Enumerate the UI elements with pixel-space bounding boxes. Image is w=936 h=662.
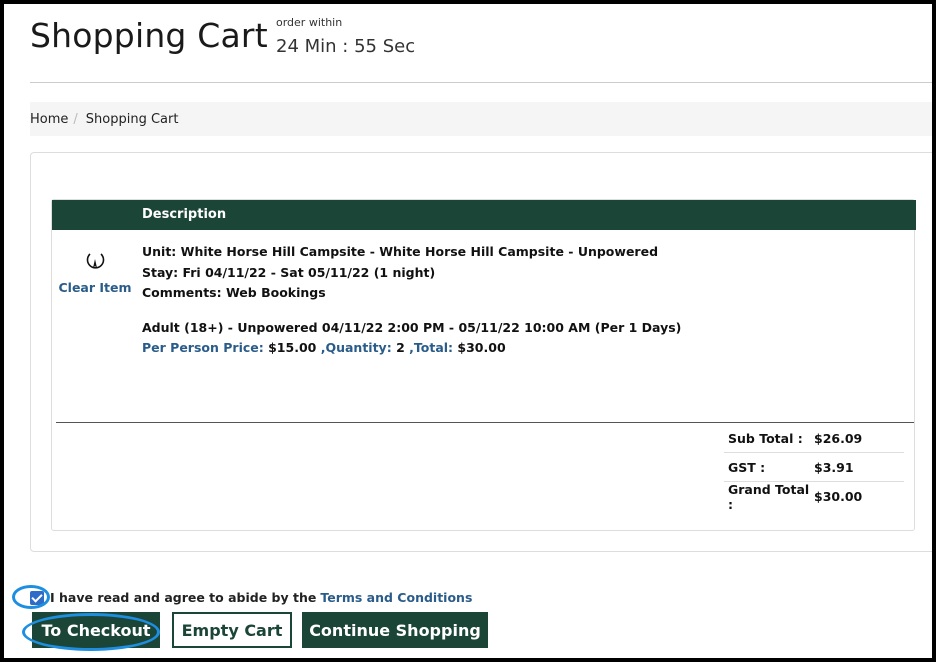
grand-total-label: Grand Total : [728, 481, 810, 512]
empty-cart-button[interactable]: Empty Cart [172, 612, 292, 648]
page-frame: Shopping Cart order within 24 Min : 55 S… [4, 4, 932, 658]
description-column-header: Description [142, 207, 227, 222]
totals-table: Sub Total : $26.09 GST : $3.91 Grand Tot… [724, 424, 904, 512]
gst-label: GST : [728, 459, 766, 475]
item-comments: Comments: Web Bookings [142, 285, 326, 300]
breadcrumb-home[interactable]: Home [30, 112, 68, 127]
totals-divider [56, 422, 914, 423]
remove-icon [86, 253, 105, 269]
page-title: Shopping Cart [30, 16, 268, 55]
breadcrumb-current: Shopping Cart [85, 111, 179, 127]
grand-total-value: $30.00 [814, 489, 863, 504]
quantity-value: 2 [396, 340, 405, 355]
terms-checkbox[interactable] [30, 590, 44, 605]
gst-row: GST : $3.91 [724, 453, 904, 482]
total-value: $30.00 [457, 340, 506, 355]
price-label: Per Person Price: [142, 340, 264, 355]
item-description: Unit: White Horse Hill Campsite - White … [142, 242, 681, 359]
item-pricing: Per Person Price: $15.00 ,Quantity: 2 ,T… [142, 338, 681, 359]
cart-panel: Description Clear Item Unit: White Horse… [30, 152, 932, 552]
item-line: Adult (18+) - Unpowered 04/11/22 2:00 PM… [142, 319, 682, 335]
terms-agreement: I have read and agree to abide by the Te… [18, 590, 472, 605]
continue-shopping-button[interactable]: Continue Shopping [302, 612, 488, 648]
cart-table: Description Clear Item Unit: White Horse… [51, 199, 916, 531]
terms-text: I have read and agree to abide by the [50, 590, 317, 605]
cart-table-header: Description [52, 200, 916, 230]
clear-item-label: Clear Item [58, 280, 132, 295]
total-label: ,Total: [409, 340, 454, 355]
item-unit: Unit: White Horse Hill Campsite - White … [142, 244, 659, 259]
price-value: $15.00 [268, 340, 317, 355]
subtotal-row: Sub Total : $26.09 [724, 424, 904, 453]
gst-value: $3.91 [814, 459, 854, 475]
quantity-label: ,Quantity: [320, 340, 392, 355]
timer-value: 24 Min : 55 Sec [276, 36, 416, 57]
timer-label: order within [276, 16, 343, 29]
to-checkout-button[interactable]: To Checkout [32, 612, 160, 648]
subtotal-value: $26.09 [814, 430, 863, 446]
item-stay: Stay: Fri 04/11/22 - Sat 05/11/22 (1 nig… [142, 264, 436, 280]
breadcrumb: Home / Shopping Cart [30, 102, 932, 136]
grand-total-row: Grand Total : $30.00 [724, 481, 904, 512]
terms-link[interactable]: Terms and Conditions [320, 590, 472, 605]
subtotal-label: Sub Total : [728, 430, 803, 446]
breadcrumb-separator: / [73, 111, 78, 127]
clear-item-button[interactable]: Clear Item [52, 248, 138, 295]
header-divider [30, 82, 932, 83]
